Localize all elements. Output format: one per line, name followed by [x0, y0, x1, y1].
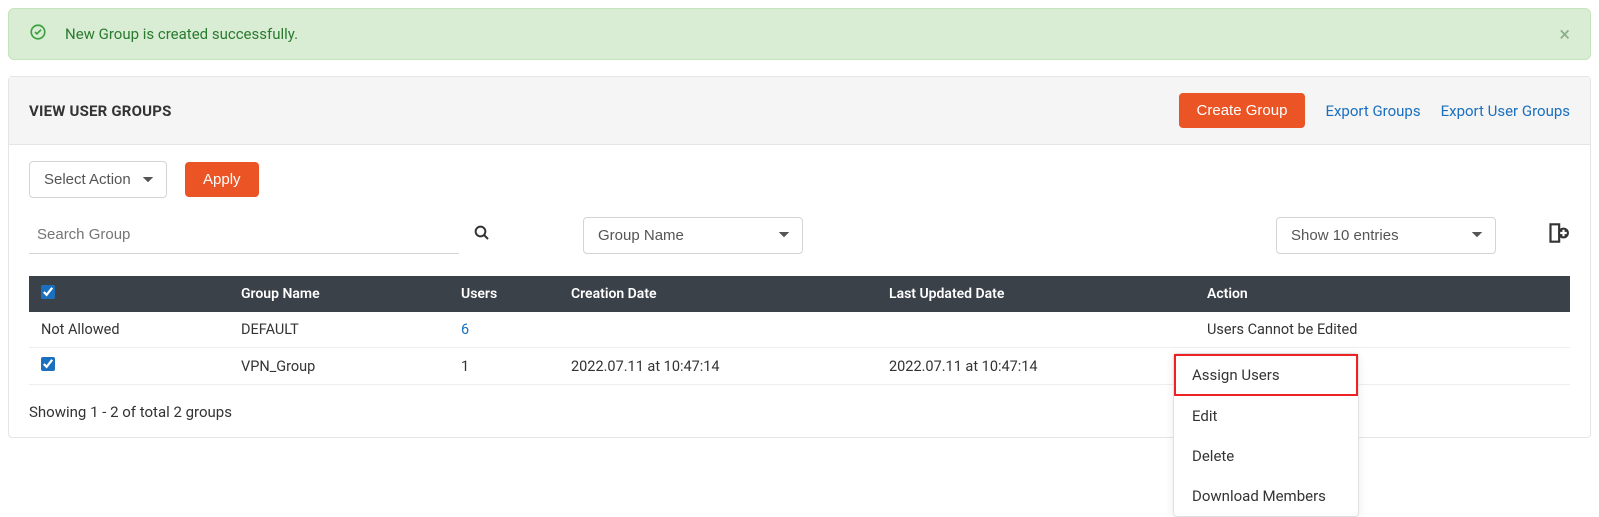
row-created: 2022.07.11 at 10:47:14 [559, 348, 877, 385]
success-alert: New Group is created successfully. × [8, 8, 1591, 60]
export-groups-link[interactable]: Export Groups [1325, 102, 1420, 120]
col-users: Users [449, 276, 559, 312]
select-action-dropdown[interactable]: Select Action [29, 161, 167, 198]
close-icon[interactable]: × [1559, 22, 1570, 46]
row-updated: 2022.07.11 at 10:47:14 [877, 348, 1195, 385]
users-count: 1 [449, 348, 559, 385]
col-action: Action [1195, 276, 1570, 312]
menu-edit[interactable]: Edit [1174, 396, 1358, 436]
action-menu: Assign Users Edit Delete Download Member… [1173, 353, 1359, 517]
entries-dropdown[interactable]: Show 10 entries [1276, 217, 1496, 254]
col-group-name: Group Name [229, 276, 449, 312]
row-group-name: VPN_Group [229, 348, 449, 385]
bulk-action-toolbar: Select Action Apply [29, 161, 1570, 198]
select-all-checkbox[interactable] [41, 285, 55, 299]
export-user-groups-link[interactable]: Export User Groups [1441, 102, 1570, 120]
panel-header: VIEW USER GROUPS Create Group Export Gro… [9, 77, 1590, 145]
apply-button[interactable]: Apply [185, 162, 259, 197]
table-row: Not Allowed DEFAULT 6 Users Cannot be Ed… [29, 312, 1570, 348]
row-checkbox[interactable] [41, 357, 55, 371]
search-icon[interactable] [473, 224, 491, 246]
panel-body: Select Action Apply Group Name [9, 145, 1590, 437]
search-wrap [29, 216, 491, 254]
search-row: Group Name Show 10 entries [29, 216, 1570, 254]
menu-assign-users[interactable]: Assign Users [1174, 354, 1358, 396]
row-action-text: Users Cannot be Edited [1195, 312, 1570, 348]
row-check-cell: Not Allowed [29, 312, 229, 348]
users-count-link[interactable]: 6 [461, 321, 469, 338]
menu-download-members[interactable]: Download Members [1174, 476, 1358, 516]
col-updated: Last Updated Date [877, 276, 1195, 312]
row-updated [877, 312, 1195, 348]
col-created: Creation Date [559, 276, 877, 312]
search-input[interactable] [29, 216, 459, 254]
row-created [559, 312, 877, 348]
header-actions: Create Group Export Groups Export User G… [1179, 93, 1570, 128]
create-group-button[interactable]: Create Group [1179, 93, 1306, 128]
page-title: VIEW USER GROUPS [29, 102, 172, 120]
menu-delete[interactable]: Delete [1174, 436, 1358, 476]
user-groups-panel: VIEW USER GROUPS Create Group Export Gro… [8, 76, 1591, 438]
add-column-icon[interactable] [1544, 220, 1570, 250]
check-circle-icon [29, 23, 47, 45]
alert-message: New Group is created successfully. [65, 25, 298, 43]
row-group-name: DEFAULT [229, 312, 449, 348]
filter-by-dropdown[interactable]: Group Name [583, 217, 803, 254]
